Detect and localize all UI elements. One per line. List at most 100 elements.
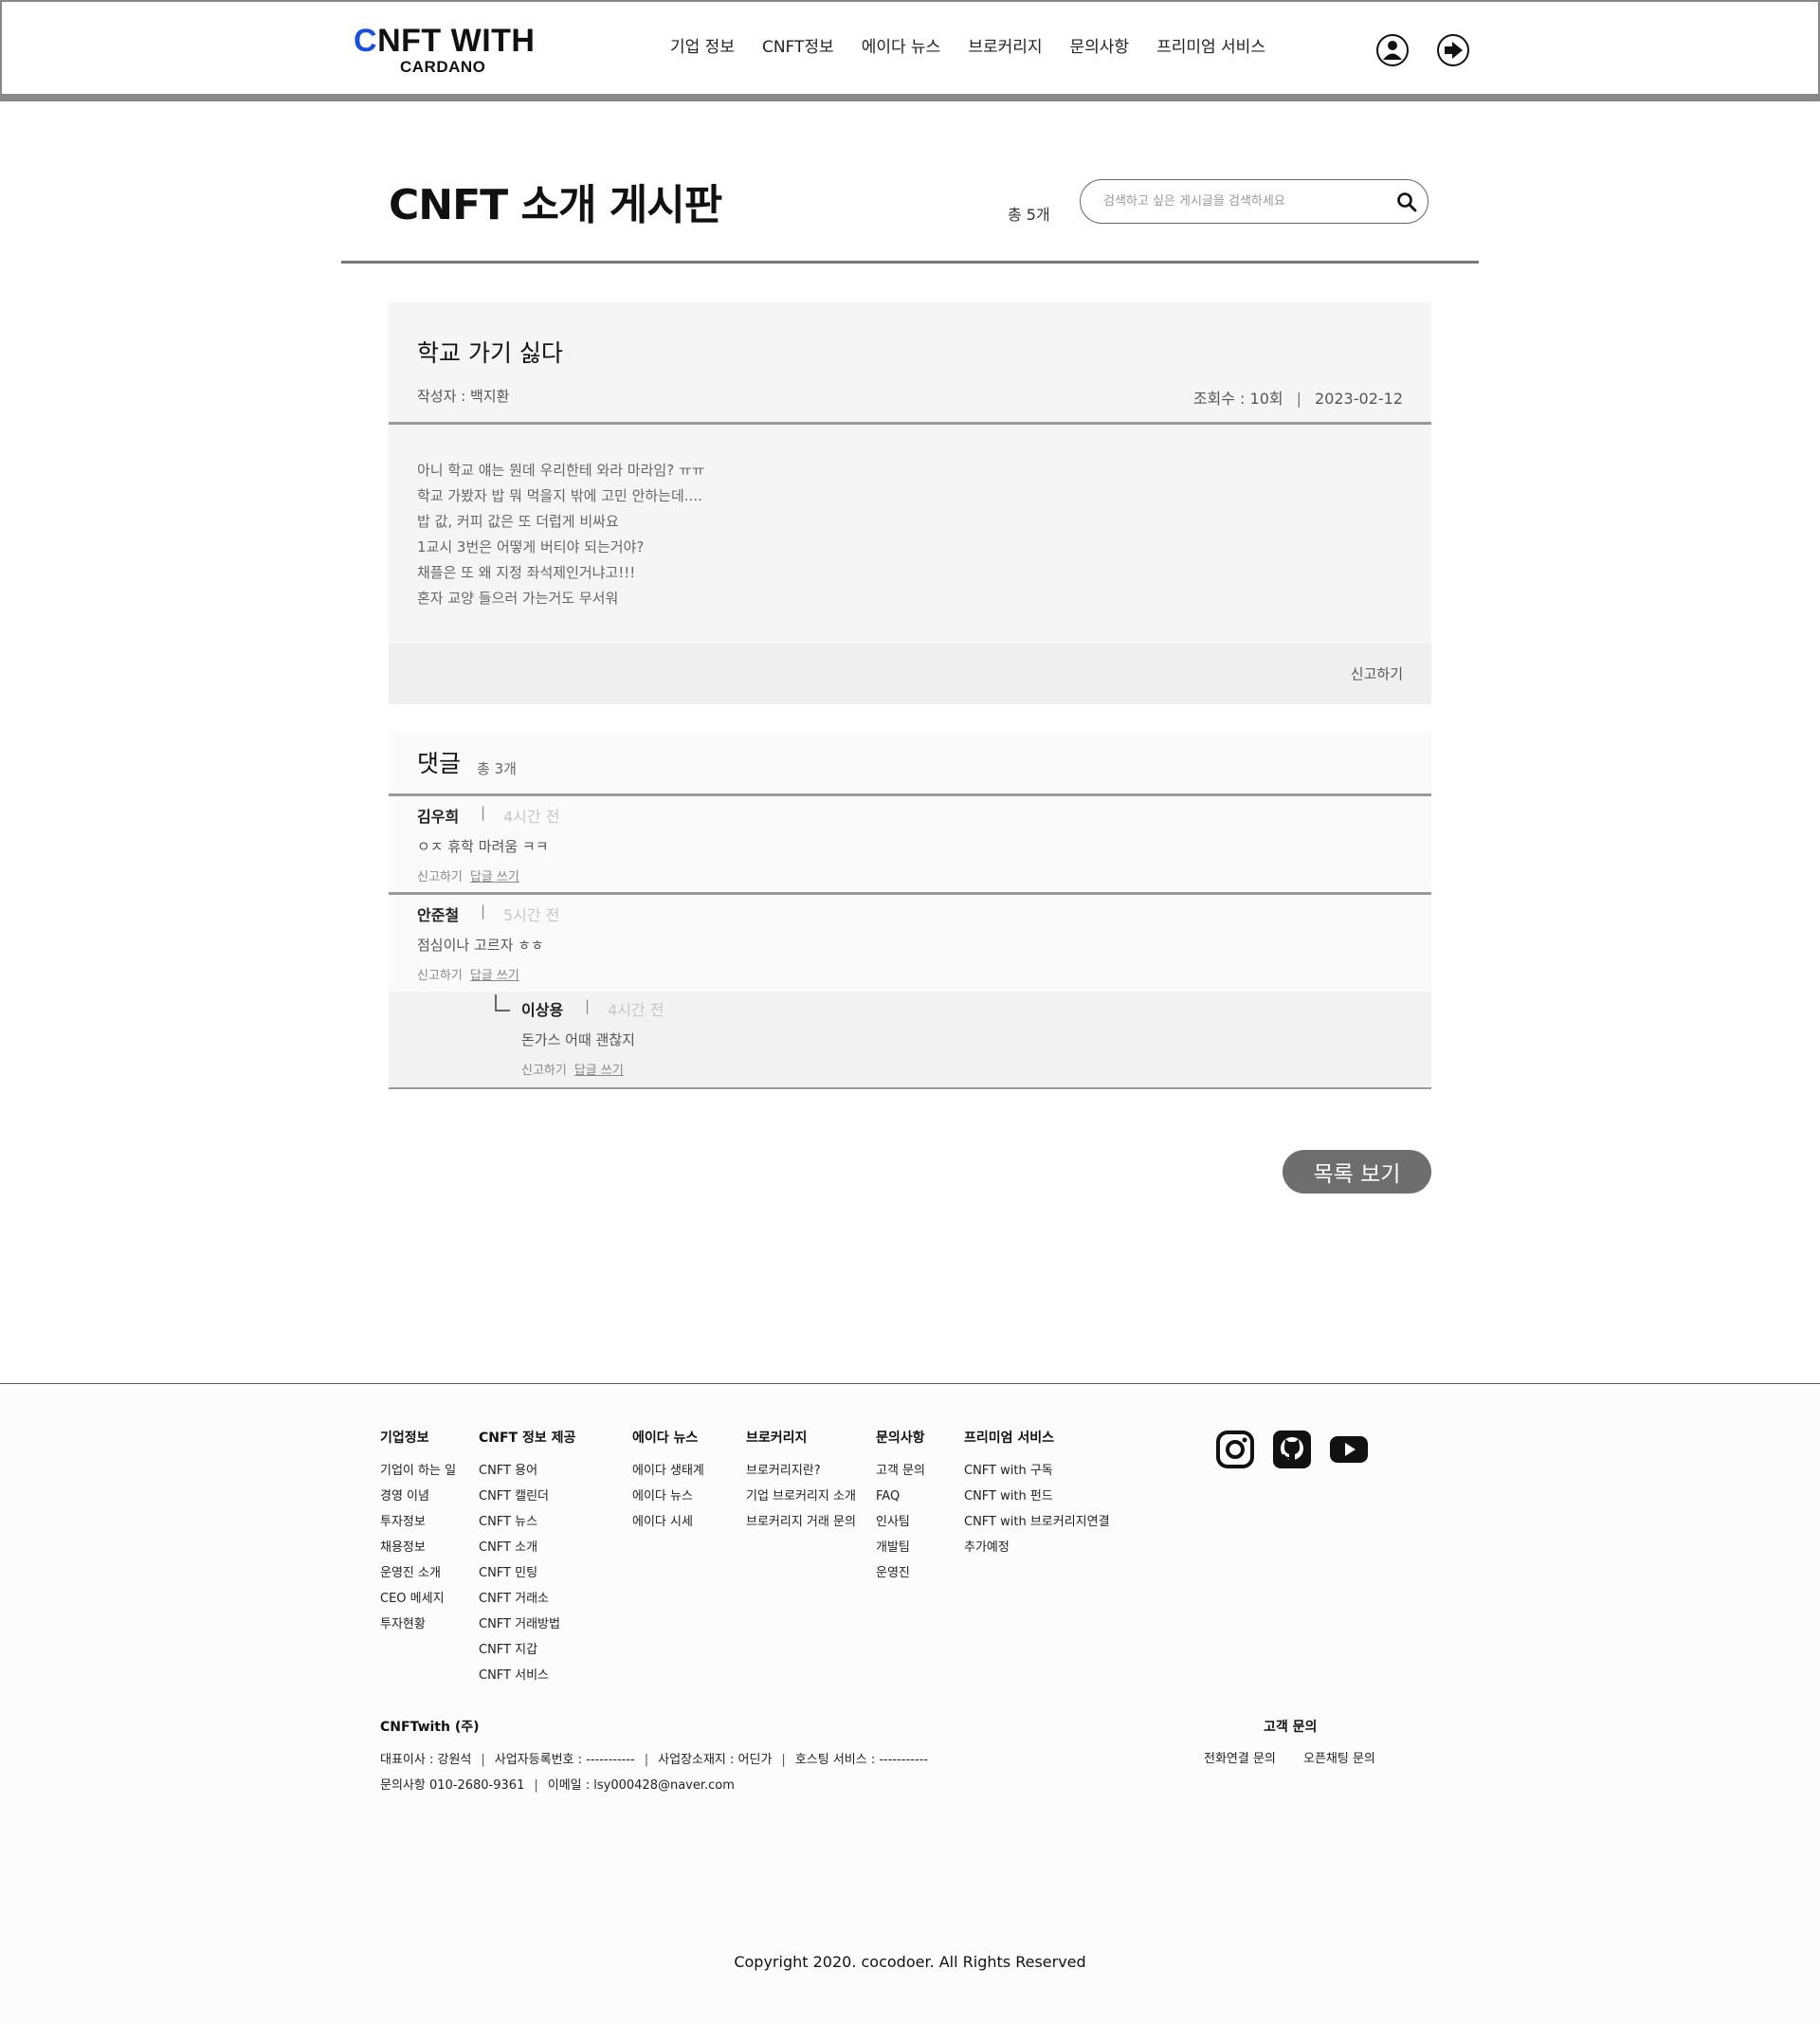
post-body-line: 아니 학교 얘는 뭔데 우리한테 와라 마라임? ㅠㅠ: [417, 462, 705, 479]
comment-report-button[interactable]: 신고하기: [417, 969, 463, 983]
footer-link[interactable]: CNFT with 펀드: [964, 1484, 1110, 1509]
footer-link[interactable]: 인사팀: [876, 1509, 925, 1535]
footer-link[interactable]: CNFT 뉴스: [479, 1509, 575, 1535]
business-address: 사업장소재지 : 어딘가: [658, 1753, 773, 1767]
footer-link[interactable]: CNFT 거래소: [479, 1586, 575, 1612]
reply-reply-button[interactable]: 답글 쓰기: [574, 1064, 624, 1078]
list-view-button[interactable]: 목록 보기: [1283, 1150, 1431, 1194]
logo-subtitle: CARDANO: [400, 58, 486, 76]
footer-link[interactable]: CNFT 서비스: [479, 1663, 575, 1688]
nav-brokerage[interactable]: 브로커리지: [968, 36, 1042, 59]
footer-link[interactable]: CNFT with 브로커리지연결: [964, 1509, 1110, 1535]
search-input[interactable]: [1103, 190, 1388, 212]
info-separator: |: [534, 1778, 538, 1793]
hosting-info: 호스팅 서비스 : -----------: [794, 1753, 928, 1767]
user-icon[interactable]: [1375, 33, 1410, 67]
post-body-line: 혼자 교양 들으러 가는거도 무서워: [417, 590, 619, 607]
footer-link[interactable]: 에이다 뉴스: [632, 1484, 704, 1509]
logout-icon[interactable]: [1436, 33, 1470, 67]
post-body-line: 채플은 또 왜 지정 좌석제인거냐고!!!: [417, 564, 636, 581]
nav-premium[interactable]: 프리미엄 서비스: [1156, 36, 1265, 59]
footer-link[interactable]: 투자정보: [380, 1509, 456, 1535]
search-bar: [1080, 179, 1429, 224]
nav-company-info[interactable]: 기업 정보: [670, 36, 735, 59]
comment-time: 5시간 전: [503, 906, 560, 924]
info-separator: |: [781, 1753, 786, 1767]
comment-actions: 신고하기 답글 쓰기: [417, 866, 519, 884]
footer-link[interactable]: 투자현황: [380, 1612, 456, 1637]
customer-service-title: 고객 문의: [1264, 1720, 1318, 1735]
footer-link[interactable]: CNFT with 구독: [964, 1458, 1110, 1484]
footer-link[interactable]: CNFT 용어: [479, 1458, 575, 1484]
site-logo[interactable]: CNFT WITH CARDANO: [354, 23, 543, 76]
footer-column-company: 기업정보 기업이 하는 일 경영 이념 투자정보 채용정보 운영진 소개 CEO…: [380, 1428, 456, 1637]
footer-link[interactable]: 기업 브로커리지 소개: [746, 1484, 856, 1509]
comment-reply-button[interactable]: 답글 쓰기: [470, 969, 519, 983]
reply-time: 4시간 전: [608, 1001, 664, 1019]
footer-link[interactable]: FAQ: [876, 1484, 925, 1509]
github-icon[interactable]: [1272, 1430, 1312, 1469]
footer-link[interactable]: 경영 이념: [380, 1484, 456, 1509]
company-name: CNFTwith (주): [380, 1720, 480, 1735]
nav-cnft-info[interactable]: CNFT정보: [762, 36, 834, 59]
footer-link[interactable]: 개발팀: [876, 1535, 925, 1560]
footer-link[interactable]: CEO 메세지: [380, 1586, 456, 1612]
phone-inquiry-link[interactable]: 전화연결 문의: [1204, 1748, 1276, 1766]
comment-report-button[interactable]: 신고하기: [417, 870, 463, 884]
header-divider: [0, 94, 1820, 101]
comment-text: 점심이나 고르자 ㅎㅎ: [417, 937, 544, 954]
site-header: CNFT WITH CARDANO 기업 정보 CNFT정보 에이다 뉴스 브로…: [0, 0, 1820, 101]
footer-link[interactable]: CNFT 거래방법: [479, 1612, 575, 1637]
footer-link[interactable]: 운영진 소개: [380, 1560, 456, 1586]
comments-section: 댓글 총 3개 김우희 | 4시간 전 ㅇㅈ 휴학 마려움 ㅋㅋ 신고하기 답글 …: [389, 733, 1431, 1089]
footer-link[interactable]: CNFT 민팅: [479, 1560, 575, 1586]
openchat-inquiry-link[interactable]: 오픈채팅 문의: [1303, 1748, 1375, 1766]
page-title: CNFT 소개 게시판: [389, 181, 722, 229]
post-body-line: 밥 값, 커피 값은 또 더럽게 비싸요: [417, 513, 619, 530]
contact-phone: 문의사항 010-2680-9361: [380, 1778, 525, 1793]
nav-inquiry[interactable]: 문의사항: [1070, 36, 1130, 59]
footer-column-inquiry: 문의사항 고객 문의 FAQ 인사팀 개발팀 운영진: [876, 1428, 925, 1586]
comment-actions: 신고하기 답글 쓰기: [417, 965, 519, 983]
instagram-icon[interactable]: [1215, 1430, 1255, 1469]
ceo-info: 대표이사 : 강원석: [380, 1753, 472, 1767]
footer-link[interactable]: 채용정보: [380, 1535, 456, 1560]
footer-link[interactable]: 기업이 하는 일: [380, 1458, 456, 1484]
footer-link[interactable]: 운영진: [876, 1560, 925, 1586]
footer-link[interactable]: CNFT 소개: [479, 1535, 575, 1560]
comment-divider: [389, 892, 1431, 895]
business-number: 사업자등록번호 : -----------: [494, 1753, 635, 1767]
footer-link[interactable]: CNFT 캘린더: [479, 1484, 575, 1509]
comments-divider: [389, 793, 1431, 796]
footer-link[interactable]: 브로커리지란?: [746, 1458, 856, 1484]
search-icon[interactable]: [1395, 191, 1418, 213]
post-report-button[interactable]: 신고하기: [1351, 664, 1403, 683]
footer-column-brokerage: 브로커리지 브로커리지란? 기업 브로커리지 소개 브로커리지 거래 문의: [746, 1428, 856, 1535]
footer-link[interactable]: 추가예정: [964, 1535, 1110, 1560]
title-divider: [341, 261, 1479, 264]
contact-info: 문의사항 010-2680-9361 | 이메일 : lsy000428@naver…: [380, 1775, 735, 1793]
site-footer: 기업정보 기업이 하는 일 경영 이념 투자정보 채용정보 운영진 소개 CEO…: [0, 1383, 1820, 2023]
meta-separator: |: [1296, 390, 1302, 408]
footer-link[interactable]: 에이다 시세: [632, 1509, 704, 1535]
reply-report-button[interactable]: 신고하기: [521, 1064, 567, 1078]
post-views: 조회수 : 10회: [1192, 390, 1283, 408]
footer-link[interactable]: CNFT 지갑: [479, 1637, 575, 1663]
footer-link[interactable]: 고객 문의: [876, 1458, 925, 1484]
post-title: 학교 가기 싫다: [417, 339, 563, 367]
post-body: 아니 학교 얘는 뭔데 우리한테 와라 마라임? ㅠㅠ 학교 가봤자 밥 뭐 먹…: [417, 458, 705, 611]
youtube-icon[interactable]: [1329, 1430, 1369, 1469]
footer-link[interactable]: 브로커리지 거래 문의: [746, 1509, 856, 1535]
comment-separator: |: [481, 902, 486, 920]
post-author: 작성자 : 백지환: [417, 388, 510, 405]
post-footer: 신고하기: [389, 644, 1431, 704]
footer-column-ada: 에이다 뉴스 에이다 생태계 에이다 뉴스 에이다 시세: [632, 1428, 704, 1535]
comment-author: 안준철: [417, 906, 460, 924]
comment-reply-button[interactable]: 답글 쓰기: [470, 870, 519, 884]
footer-column-cnft: CNFT 정보 제공 CNFT 용어 CNFT 캘린더 CNFT 뉴스 CNFT…: [479, 1428, 575, 1688]
footer-link[interactable]: 에이다 생태계: [632, 1458, 704, 1484]
footer-column-title: 문의사항: [876, 1431, 925, 1446]
nav-ada-news[interactable]: 에이다 뉴스: [862, 36, 941, 59]
post-date: 2023-02-12: [1315, 390, 1403, 408]
footer-column-title: 브로커리지: [746, 1431, 808, 1446]
